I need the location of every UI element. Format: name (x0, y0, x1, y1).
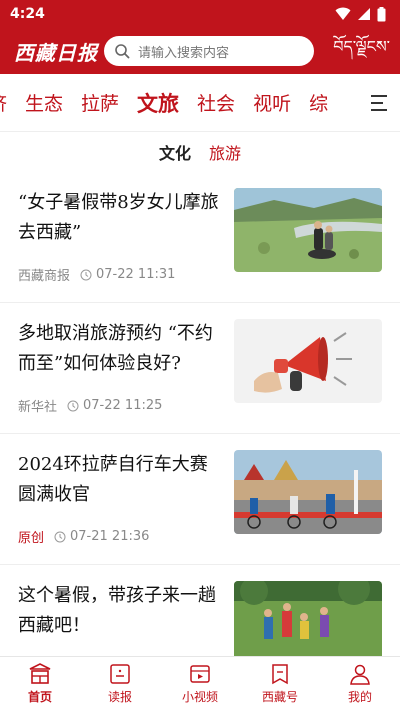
search-icon (115, 44, 130, 59)
news-title: 这个暑假，带孩子来一趟西藏吧！ (18, 585, 216, 636)
news-title: 2024环拉萨自行车大赛圆满收官 (18, 454, 208, 505)
battery-icon (377, 6, 386, 21)
tab-culture-travel[interactable]: 文旅 (137, 88, 179, 118)
clock-icon (67, 400, 79, 411)
megaphone-image (234, 319, 382, 403)
tab-lhasa[interactable]: 拉萨 (81, 89, 119, 116)
menu-icon (371, 94, 387, 111)
wifi-icon (335, 7, 351, 20)
news-item[interactable]: 这个暑假，带孩子来一趟西藏吧！ (0, 565, 400, 656)
news-time: 07-22 11:31 (96, 267, 176, 282)
nav-label: 我的 (347, 690, 372, 704)
tab-ecology[interactable]: 生态 (25, 89, 63, 116)
subtab-travel[interactable]: 旅游 (209, 140, 241, 164)
category-tabs: 济 生态 拉萨 文旅 社会 视听 综 (0, 74, 400, 132)
nav-label: 小视频 (181, 690, 218, 704)
nav-mine[interactable]: 我的 (320, 657, 400, 711)
news-title: 多地取消旅游预约 “不约而至”如何体验良好? (18, 323, 213, 374)
news-list: “女子暑假带8岁女儿摩旅去西藏” 西藏商报 07-22 11:31 多地取消旅游… (0, 172, 400, 656)
news-meta: 西藏商报 07-22 11:31 (18, 265, 222, 284)
news-meta: 新华社 07-22 11:25 (18, 396, 222, 415)
nav-home[interactable]: 首页 (0, 657, 80, 711)
tab-comprehensive[interactable]: 综 (309, 89, 328, 116)
status-time: 4:24 (10, 6, 45, 22)
newspaper-icon (110, 664, 130, 684)
home-icon (29, 663, 51, 684)
bottom-navigation: 首页 读报 小视频 西藏号 我的 (0, 656, 400, 711)
top-header-area: 4:24 西藏日报 请输入搜索内容 བོད་ལྗོངས་ (0, 0, 400, 74)
news-item[interactable]: “女子暑假带8岁女儿摩旅去西藏” 西藏商报 07-22 11:31 (0, 172, 400, 303)
search-input[interactable]: 请输入搜索内容 (104, 36, 314, 66)
bookmark-icon (272, 664, 288, 685)
status-bar: 4:24 (0, 0, 400, 28)
cycling-race-photo (234, 450, 382, 534)
tibetan-title[interactable]: བོད་ལྗོངས་ (324, 29, 390, 74)
nav-read-paper[interactable]: 读报 (80, 657, 160, 711)
search-placeholder: 请输入搜索内容 (138, 45, 230, 61)
tab-audiovisual[interactable]: 视听 (253, 89, 291, 116)
clock-icon (54, 531, 66, 542)
news-thumbnail (234, 188, 382, 272)
news-item[interactable]: 多地取消旅游预约 “不约而至”如何体验良好? 新华社 07-22 11:25 (0, 303, 400, 434)
subtab-culture[interactable]: 文化 (159, 140, 191, 164)
nav-xizang-account[interactable]: 西藏号 (240, 657, 320, 711)
news-time: 07-22 11:25 (83, 398, 163, 413)
nav-label: 首页 (27, 690, 52, 704)
app-header: 西藏日报 请输入搜索内容 བོད་ལྗོངས་ (0, 28, 400, 74)
status-icons (335, 6, 386, 22)
signal-icon (358, 8, 370, 20)
clock-icon (80, 269, 92, 280)
video-icon (190, 665, 210, 683)
user-icon (350, 664, 370, 685)
app-logo: 西藏日报 (14, 40, 98, 65)
news-source: 西藏商报 (18, 269, 71, 284)
motorcycle-photo (234, 188, 382, 272)
news-thumbnail (234, 319, 382, 403)
nav-short-video[interactable]: 小视频 (160, 657, 240, 711)
news-title: “女子暑假带8岁女儿摩旅去西藏” (18, 192, 219, 243)
news-thumbnail (234, 450, 382, 534)
news-source-original: 原创 (18, 531, 45, 546)
news-item[interactable]: 2024环拉萨自行车大赛圆满收官 原创 07-21 21:36 (0, 434, 400, 565)
news-meta: 原创 07-21 21:36 (18, 527, 222, 546)
category-menu-button[interactable] (358, 74, 400, 131)
news-thumbnail (234, 581, 382, 656)
tab-society[interactable]: 社会 (197, 89, 235, 116)
sub-tabs: 文化 旅游 (0, 132, 400, 172)
children-hiking-photo (234, 581, 382, 656)
nav-label: 西藏号 (261, 690, 298, 704)
news-time: 07-21 21:36 (70, 529, 150, 544)
tab-economy[interactable]: 济 (0, 89, 7, 116)
nav-label: 读报 (107, 690, 132, 704)
news-source: 新华社 (18, 400, 58, 415)
